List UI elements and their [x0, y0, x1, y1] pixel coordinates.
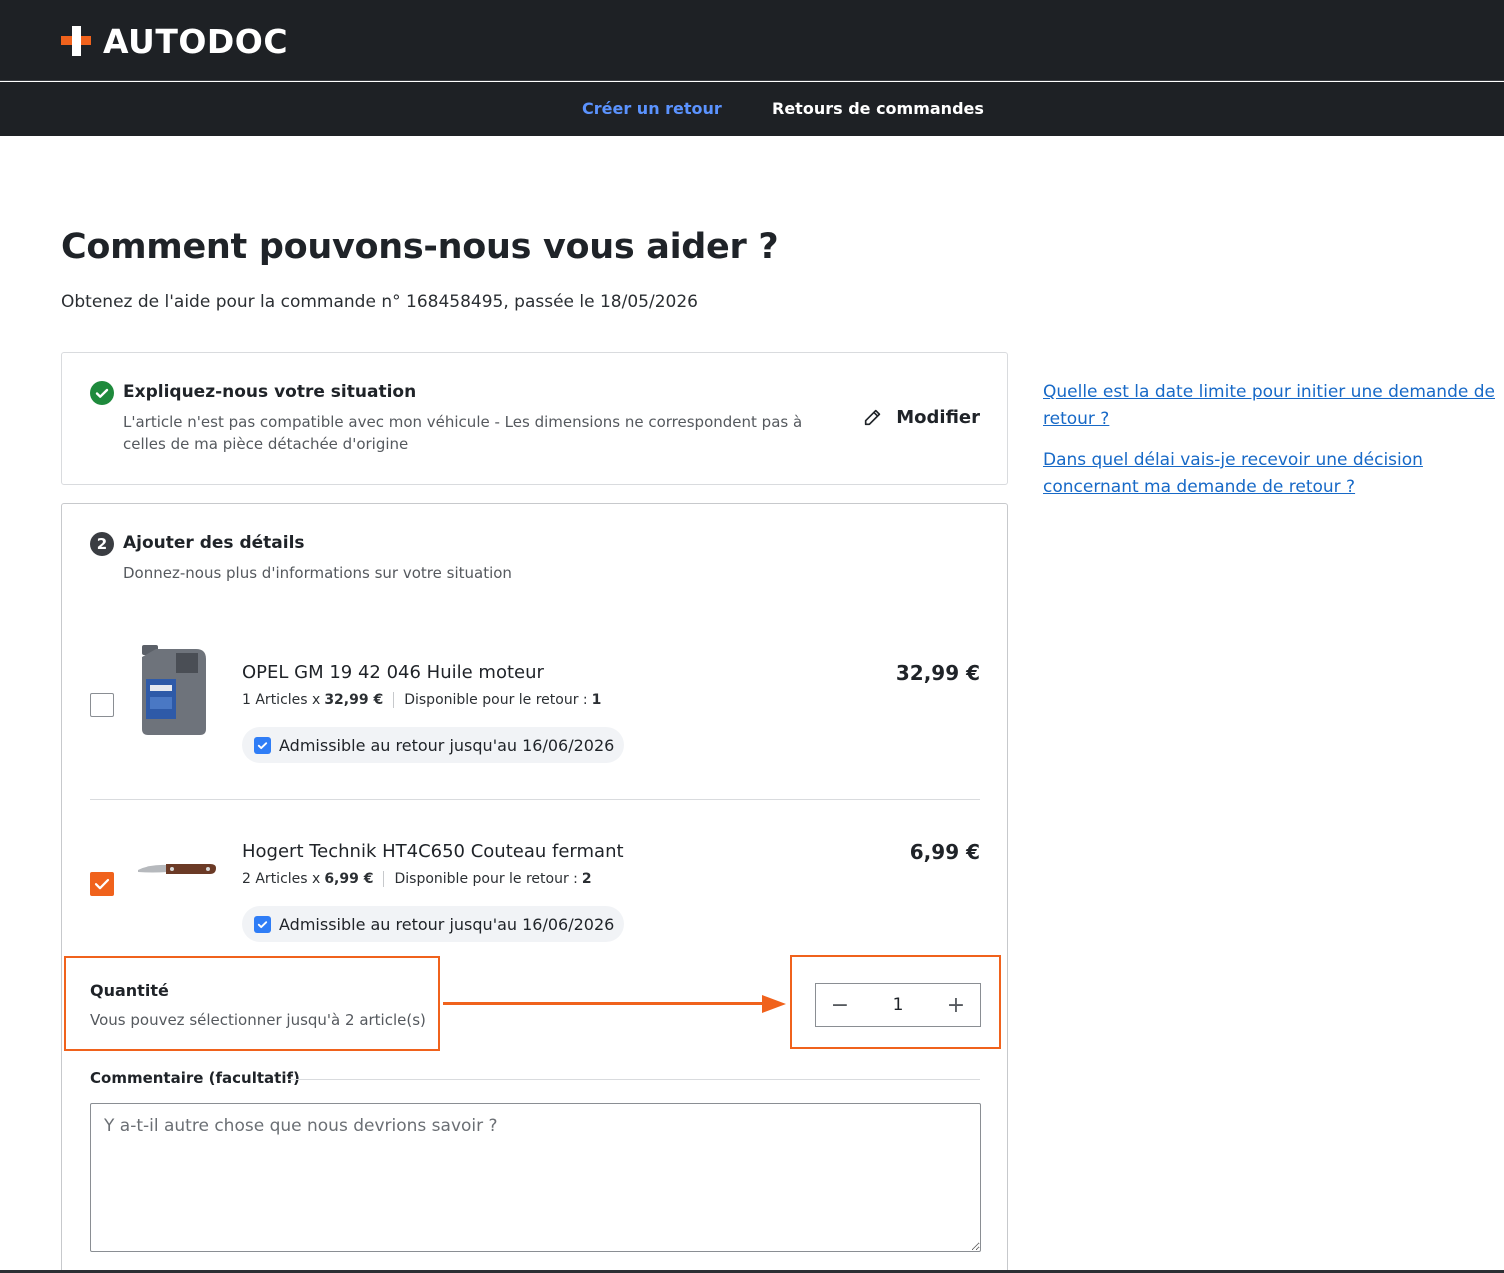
- highlight-quantity-stepper: [790, 955, 1001, 1049]
- highlight-quantity-label: [64, 956, 440, 1051]
- return-eligibility-badge: Admissible au retour jusqu'au 16/06/2026: [242, 906, 625, 942]
- nav-bar: Créer un retour Retours de commandes: [0, 82, 1504, 136]
- nav-order-returns[interactable]: Retours de commandes: [772, 99, 984, 118]
- badge-text: Admissible au retour jusqu'au 16/06/2026: [279, 735, 615, 755]
- check-circle-icon: [90, 381, 114, 405]
- page-subtitle: Obtenez de l'aide pour la commande n° 16…: [61, 292, 698, 312]
- comment-label: Commentaire (facultatif): [90, 1069, 300, 1087]
- product-meta: 1 Articles x 32,99 € Disponible pour le …: [242, 692, 601, 708]
- step2-title: Ajouter des détails: [123, 533, 305, 553]
- step1-title: Expliquez-nous votre situation: [123, 382, 417, 402]
- faq-link-deadline[interactable]: Quelle est la date limite pour initier u…: [1043, 379, 1498, 433]
- product-divider: [90, 799, 980, 800]
- folding-knife-image: [138, 864, 216, 874]
- available-label: Disponible pour le retour :: [404, 692, 588, 708]
- comment-textarea[interactable]: [90, 1103, 981, 1252]
- product-checkbox-checked[interactable]: [90, 872, 114, 896]
- comment-divider: [288, 1079, 980, 1080]
- logo-text: AUTODOC: [103, 21, 289, 61]
- product-item: OPEL GM 19 42 046 Huile moteur 1 Article…: [62, 639, 1007, 789]
- product-unit-price: 6,99 €: [324, 871, 374, 887]
- product-price: 32,99 €: [895, 661, 980, 685]
- checkbox-checked-icon: [254, 736, 271, 754]
- modify-button[interactable]: Modifier: [862, 406, 980, 428]
- annotation-arrow-head-icon: [762, 995, 786, 1013]
- product-item: Hogert Technik HT4C650 Couteau fermant 2…: [62, 818, 1007, 968]
- product-qty-text: 1 Articles x: [242, 692, 321, 708]
- return-eligibility-badge: Admissible au retour jusqu'au 16/06/2026: [242, 727, 625, 763]
- product-name: Hogert Technik HT4C650 Couteau fermant: [242, 841, 624, 862]
- step-add-details: 2 Ajouter des détails Donnez-nous plus d…: [61, 503, 1008, 1273]
- autodoc-logo[interactable]: AUTODOC: [61, 21, 289, 61]
- oil-can-image: [142, 645, 206, 735]
- edit-icon: [865, 409, 881, 426]
- checkbox-checked-icon: [254, 915, 271, 933]
- page-title: Comment pouvons-nous vous aider ?: [61, 227, 779, 267]
- product-qty-text: 2 Articles x: [242, 871, 321, 887]
- top-header: AUTODOC: [0, 0, 1504, 81]
- product-unit-price: 32,99 €: [324, 692, 384, 708]
- available-count: 2: [581, 871, 592, 887]
- step-explain-situation: Expliquez-nous votre situation L'article…: [61, 352, 1008, 485]
- faq-link-decision-delay[interactable]: Dans quel délai vais-je recevoir une déc…: [1043, 447, 1498, 501]
- step2-desc: Donnez-nous plus d'informations sur votr…: [123, 564, 512, 582]
- annotation-arrow-line: [443, 1002, 765, 1005]
- step1-desc: L'article n'est pas compatible avec mon …: [123, 413, 803, 453]
- nav-create-return[interactable]: Créer un retour: [582, 99, 722, 118]
- badge-text: Admissible au retour jusqu'au 16/06/2026: [279, 914, 615, 934]
- product-price: 6,99 €: [909, 840, 980, 864]
- step-number-badge: 2: [90, 532, 114, 556]
- modify-label: Modifier: [896, 406, 980, 428]
- available-count: 1: [591, 692, 602, 708]
- available-label: Disponible pour le retour :: [394, 871, 578, 887]
- product-meta: 2 Articles x 6,99 € Disponible pour le r…: [242, 871, 592, 887]
- product-name: OPEL GM 19 42 046 Huile moteur: [242, 662, 544, 683]
- logo-plus-icon: [61, 26, 91, 56]
- product-checkbox[interactable]: [90, 693, 114, 717]
